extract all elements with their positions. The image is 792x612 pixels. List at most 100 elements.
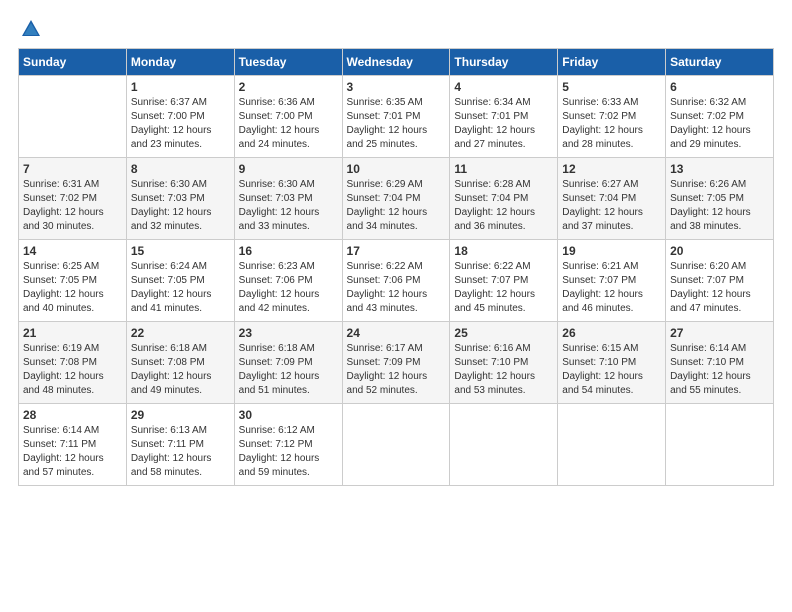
day-cell: 17Sunrise: 6:22 AMSunset: 7:06 PMDayligh… — [342, 240, 450, 322]
day-number: 12 — [562, 162, 661, 176]
day-number: 6 — [670, 80, 769, 94]
day-cell: 27 Sunrise: 6:14 AMSunset: 7:10 PMDayligh… — [666, 322, 774, 404]
day-cell: 16 Sunrise: 6:23 AMSunset: 7:06 PMDayligh… — [234, 240, 342, 322]
day-number: 19 — [562, 244, 661, 258]
day-number: 28 — [23, 408, 122, 422]
week-row-2: 7 Sunrise: 6:31 AMSunset: 7:02 PMDaylight… — [19, 158, 774, 240]
day-info: Sunrise: 6:24 AMSunset: 7:05 PMDaylight:… — [131, 260, 230, 316]
day-cell: 11 Sunrise: 6:28 AMSunset: 7:04 PMDayligh… — [450, 158, 558, 240]
day-cell — [342, 404, 450, 486]
logo — [18, 18, 42, 36]
day-cell: 7 Sunrise: 6:31 AMSunset: 7:02 PMDaylight… — [19, 158, 127, 240]
day-cell: 14 Sunrise: 6:25 AMSunset: 7:05 PMDayligh… — [19, 240, 127, 322]
day-number: 25 — [454, 326, 553, 340]
day-cell: 21 Sunrise: 6:19 AMSunset: 7:08 PMDayligh… — [19, 322, 127, 404]
day-cell: 8 Sunrise: 6:30 AMSunset: 7:03 PMDaylight… — [126, 158, 234, 240]
day-number: 14 — [23, 244, 122, 258]
day-cell: 2 Sunrise: 6:36 AMSunset: 7:00 PMDaylight… — [234, 76, 342, 158]
day-cell: 28 Sunrise: 6:14 AMSunset: 7:11 PMDayligh… — [19, 404, 127, 486]
day-cell: 30 Sunrise: 6:12 AMSunset: 7:12 PMDayligh… — [234, 404, 342, 486]
col-header-saturday: Saturday — [666, 49, 774, 76]
day-info: Sunrise: 6:22 AMSunset: 7:07 PMDaylight:… — [454, 260, 553, 316]
day-info: Sunrise: 6:14 AMSunset: 7:11 PMDaylight:… — [23, 424, 122, 480]
week-row-3: 14 Sunrise: 6:25 AMSunset: 7:05 PMDayligh… — [19, 240, 774, 322]
day-cell: 5 Sunrise: 6:33 AMSunset: 7:02 PMDaylight… — [558, 76, 666, 158]
day-info: Sunrise: 6:23 AMSunset: 7:06 PMDaylight:… — [239, 260, 338, 316]
day-cell: 19 Sunrise: 6:21 AMSunset: 7:07 PMDayligh… — [558, 240, 666, 322]
day-info: Sunrise: 6:26 AMSunset: 7:05 PMDaylight:… — [670, 178, 769, 234]
day-number: 18 — [454, 244, 553, 258]
day-info: Sunrise: 6:14 AMSunset: 7:10 PMDaylight:… — [670, 342, 769, 398]
header — [18, 18, 774, 36]
day-number: 27 — [670, 326, 769, 340]
day-info: Sunrise: 6:32 AMSunset: 7:02 PMDaylight:… — [670, 96, 769, 152]
day-cell — [450, 404, 558, 486]
day-cell: 23 Sunrise: 6:18 AMSunset: 7:09 PMDayligh… — [234, 322, 342, 404]
day-cell: 6 Sunrise: 6:32 AMSunset: 7:02 PMDaylight… — [666, 76, 774, 158]
day-cell: 15 Sunrise: 6:24 AMSunset: 7:05 PMDayligh… — [126, 240, 234, 322]
day-cell: 1Sunrise: 6:37 AMSunset: 7:00 PMDaylight… — [126, 76, 234, 158]
day-info: Sunrise: 6:18 AMSunset: 7:09 PMDaylight:… — [239, 342, 338, 398]
day-info: Sunrise: 6:29 AMSunset: 7:04 PMDaylight:… — [347, 178, 446, 234]
day-info: Sunrise: 6:25 AMSunset: 7:05 PMDaylight:… — [23, 260, 122, 316]
day-number: 7 — [23, 162, 122, 176]
day-cell: 9 Sunrise: 6:30 AMSunset: 7:03 PMDaylight… — [234, 158, 342, 240]
day-info: Sunrise: 6:37 AMSunset: 7:00 PMDaylight:… — [131, 96, 230, 152]
day-cell: 24 Sunrise: 6:17 AMSunset: 7:09 PMDayligh… — [342, 322, 450, 404]
day-number: 24 — [347, 326, 446, 340]
day-number: 8 — [131, 162, 230, 176]
week-row-5: 28 Sunrise: 6:14 AMSunset: 7:11 PMDayligh… — [19, 404, 774, 486]
day-info: Sunrise: 6:18 AMSunset: 7:08 PMDaylight:… — [131, 342, 230, 398]
day-info: Sunrise: 6:30 AMSunset: 7:03 PMDaylight:… — [131, 178, 230, 234]
day-number: 30 — [239, 408, 338, 422]
day-cell: 18 Sunrise: 6:22 AMSunset: 7:07 PMDayligh… — [450, 240, 558, 322]
day-cell: 4 Sunrise: 6:34 AMSunset: 7:01 PMDaylight… — [450, 76, 558, 158]
day-cell: 29 Sunrise: 6:13 AMSunset: 7:11 PMDayligh… — [126, 404, 234, 486]
logo-icon — [20, 18, 42, 40]
day-cell — [19, 76, 127, 158]
day-cell: 25 Sunrise: 6:16 AMSunset: 7:10 PMDayligh… — [450, 322, 558, 404]
day-info: Sunrise: 6:30 AMSunset: 7:03 PMDaylight:… — [239, 178, 338, 234]
day-cell: 20 Sunrise: 6:20 AMSunset: 7:07 PMDayligh… — [666, 240, 774, 322]
day-info: Sunrise: 6:12 AMSunset: 7:12 PMDaylight:… — [239, 424, 338, 480]
day-info: Sunrise: 6:16 AMSunset: 7:10 PMDaylight:… — [454, 342, 553, 398]
day-cell: 22Sunrise: 6:18 AMSunset: 7:08 PMDayligh… — [126, 322, 234, 404]
day-info: Sunrise: 6:19 AMSunset: 7:08 PMDaylight:… — [23, 342, 122, 398]
day-info: Sunrise: 6:34 AMSunset: 7:01 PMDaylight:… — [454, 96, 553, 152]
day-info: Sunrise: 6:13 AMSunset: 7:11 PMDaylight:… — [131, 424, 230, 480]
week-row-4: 21 Sunrise: 6:19 AMSunset: 7:08 PMDayligh… — [19, 322, 774, 404]
day-info: Sunrise: 6:27 AMSunset: 7:04 PMDaylight:… — [562, 178, 661, 234]
day-info: Sunrise: 6:17 AMSunset: 7:09 PMDaylight:… — [347, 342, 446, 398]
day-number: 23 — [239, 326, 338, 340]
day-info: Sunrise: 6:33 AMSunset: 7:02 PMDaylight:… — [562, 96, 661, 152]
day-cell — [558, 404, 666, 486]
day-number: 3 — [347, 80, 446, 94]
week-row-1: 1Sunrise: 6:37 AMSunset: 7:00 PMDaylight… — [19, 76, 774, 158]
day-info: Sunrise: 6:35 AMSunset: 7:01 PMDaylight:… — [347, 96, 446, 152]
day-number: 10 — [347, 162, 446, 176]
day-info: Sunrise: 6:31 AMSunset: 7:02 PMDaylight:… — [23, 178, 122, 234]
day-number: 11 — [454, 162, 553, 176]
day-number: 29 — [131, 408, 230, 422]
calendar-table: SundayMondayTuesdayWednesdayThursdayFrid… — [18, 48, 774, 486]
day-info: Sunrise: 6:15 AMSunset: 7:10 PMDaylight:… — [562, 342, 661, 398]
day-number: 16 — [239, 244, 338, 258]
day-number: 21 — [23, 326, 122, 340]
day-number: 4 — [454, 80, 553, 94]
day-info: Sunrise: 6:36 AMSunset: 7:00 PMDaylight:… — [239, 96, 338, 152]
col-header-tuesday: Tuesday — [234, 49, 342, 76]
day-info: Sunrise: 6:28 AMSunset: 7:04 PMDaylight:… — [454, 178, 553, 234]
day-number: 20 — [670, 244, 769, 258]
page: SundayMondayTuesdayWednesdayThursdayFrid… — [0, 0, 792, 496]
day-cell — [666, 404, 774, 486]
day-info: Sunrise: 6:20 AMSunset: 7:07 PMDaylight:… — [670, 260, 769, 316]
col-header-wednesday: Wednesday — [342, 49, 450, 76]
day-number: 2 — [239, 80, 338, 94]
day-info: Sunrise: 6:21 AMSunset: 7:07 PMDaylight:… — [562, 260, 661, 316]
day-number: 15 — [131, 244, 230, 258]
day-cell: 26Sunrise: 6:15 AMSunset: 7:10 PMDayligh… — [558, 322, 666, 404]
day-cell: 10 Sunrise: 6:29 AMSunset: 7:04 PMDayligh… — [342, 158, 450, 240]
day-number: 9 — [239, 162, 338, 176]
col-header-sunday: Sunday — [19, 49, 127, 76]
day-number: 5 — [562, 80, 661, 94]
